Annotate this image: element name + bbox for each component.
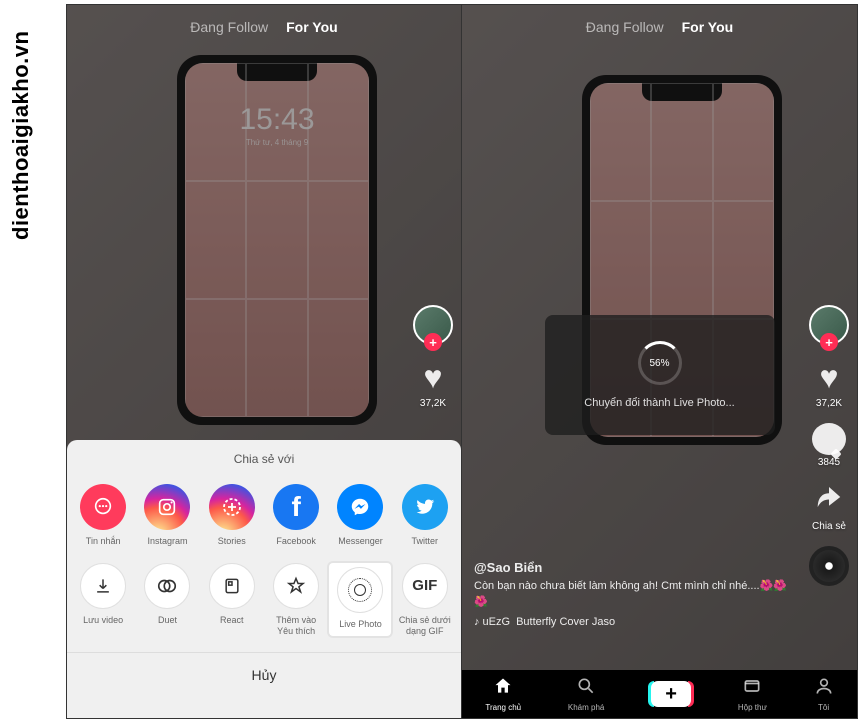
live-photo-icon <box>337 567 383 613</box>
progress-spinner-icon: 56% <box>638 341 682 385</box>
react-icon <box>209 563 255 609</box>
gif-icon: GIF <box>402 563 448 609</box>
lock-time: 15:43 <box>185 103 369 137</box>
search-icon <box>576 676 596 701</box>
share-instagram[interactable]: Instagram <box>136 484 198 547</box>
nav-label: Trang chủ <box>485 703 521 712</box>
twitter-icon <box>402 484 448 530</box>
action-save-video[interactable]: Lưu video <box>72 563 134 637</box>
side-action-bar: + ♥ 37,2K 3845 Chia sẻ <box>809 305 849 586</box>
action-label: Lưu video <box>83 615 123 626</box>
caption-music[interactable]: ♪ uEzG Butterfly Cover Jaso <box>474 616 787 628</box>
lock-date: Thứ tư, 4 tháng 9 <box>185 138 369 147</box>
tab-foryou[interactable]: For You <box>286 19 338 35</box>
share-label: Messenger <box>338 536 383 547</box>
action-gif[interactable]: GIF Chia sẻ dưới dạng GIF <box>394 563 456 637</box>
nav-label: Khám phá <box>568 703 604 712</box>
share-facebook[interactable]: f Facebook <box>265 484 327 547</box>
share-label: Twitter <box>412 536 439 547</box>
duet-icon <box>144 563 190 609</box>
messages-icon <box>80 484 126 530</box>
feed-tabs: Đang Follow For You <box>462 19 857 35</box>
share-label: Chia sẻ <box>812 521 846 532</box>
nav-me[interactable]: Tôi <box>814 676 834 712</box>
follow-plus-icon[interactable]: + <box>820 333 838 351</box>
music-title: Butterfly Cover Jaso <box>516 616 615 628</box>
share-actions-row: Lưu video Duet React <box>67 555 461 645</box>
nav-discover[interactable]: Khám phá <box>568 676 604 712</box>
action-label: Live Photo <box>339 619 382 630</box>
share-twitter[interactable]: Twitter <box>394 484 456 547</box>
feed-tabs: Đang Follow For You <box>67 19 461 35</box>
tab-foryou[interactable]: For You <box>682 19 734 35</box>
like-heart-icon[interactable]: ♥ <box>423 359 442 396</box>
music-note-icon: ♪ uEzG <box>474 616 510 628</box>
action-duet[interactable]: Duet <box>136 563 198 637</box>
share-messages[interactable]: Tin nhắn <box>72 484 134 547</box>
share-apps-row: Tin nhắn Instagram Stories f Faceboo <box>67 476 461 555</box>
share-label: Stories <box>218 536 246 547</box>
share-label: Tin nhắn <box>86 536 121 547</box>
action-label: Thêm vào Yêu thích <box>276 615 316 637</box>
nav-create[interactable]: + <box>651 681 691 707</box>
instagram-icon <box>144 484 190 530</box>
action-react[interactable]: React <box>201 563 263 637</box>
messenger-icon <box>337 484 383 530</box>
screen-share-sheet: 15:43 Thứ tư, 4 tháng 9 Đang Follow For … <box>67 5 462 718</box>
action-favorite[interactable]: Thêm vào Yêu thích <box>265 563 327 637</box>
comment-icon[interactable] <box>812 423 846 455</box>
share-label: Instagram <box>147 536 187 547</box>
person-icon <box>814 676 834 701</box>
action-label: React <box>220 615 244 626</box>
watermark: dienthoaigiakho.vn <box>8 31 34 240</box>
like-count: 37,2K <box>420 398 446 409</box>
caption-area: @Sao Biển Còn bạn nào chưa biết làm khôn… <box>474 560 787 628</box>
action-label: Chia sẻ dưới dạng GIF <box>399 615 451 637</box>
nav-label: Hộp thư <box>738 703 767 712</box>
caption-text: Còn bạn nào chưa biết làm không ah! Cmt … <box>474 579 787 610</box>
download-icon <box>80 563 126 609</box>
stories-icon <box>209 484 255 530</box>
tab-following[interactable]: Đang Follow <box>586 19 664 35</box>
author-avatar[interactable]: + <box>413 305 453 345</box>
phone-mock: 15:43 Thứ tư, 4 tháng 9 <box>177 55 377 425</box>
music-disc-icon[interactable] <box>809 546 849 586</box>
share-sheet: Chia sẻ với Tin nhắn Instagram <box>67 440 461 718</box>
share-stories[interactable]: Stories <box>201 484 263 547</box>
share-label: Facebook <box>276 536 316 547</box>
inbox-icon <box>742 676 762 701</box>
progress-text: Chuyển đổi thành Live Photo... <box>584 397 734 409</box>
follow-plus-icon[interactable]: + <box>424 333 442 351</box>
action-live-photo[interactable]: Live Photo <box>329 563 391 637</box>
nav-label: Tôi <box>818 703 829 712</box>
cancel-button[interactable]: Hủy <box>67 652 461 697</box>
bottom-nav: Trang chủ Khám phá + Hộp thư Tôi <box>462 670 857 718</box>
tab-following[interactable]: Đang Follow <box>190 19 268 35</box>
side-action-bar: + ♥ 37,2K <box>413 305 453 409</box>
nav-home[interactable]: Trang chủ <box>485 676 521 712</box>
facebook-icon: f <box>273 484 319 530</box>
star-icon <box>273 563 319 609</box>
nav-inbox[interactable]: Hộp thư <box>738 676 767 712</box>
share-messenger[interactable]: Messenger <box>329 484 391 547</box>
progress-dialog: 56% Chuyển đổi thành Live Photo... <box>545 315 775 435</box>
share-sheet-title: Chia sẻ với <box>67 440 461 476</box>
screenshot-frame: 15:43 Thứ tư, 4 tháng 9 Đang Follow For … <box>66 4 858 719</box>
action-label: Duet <box>158 615 177 626</box>
progress-percent: 56% <box>641 344 679 382</box>
like-heart-icon[interactable]: ♥ <box>819 359 838 396</box>
caption-username[interactable]: @Sao Biển <box>474 560 787 575</box>
share-icon[interactable] <box>814 482 844 519</box>
home-icon <box>493 676 513 701</box>
author-avatar[interactable]: + <box>809 305 849 345</box>
like-count: 37,2K <box>816 398 842 409</box>
screen-progress: Đang Follow For You + ♥ 37,2K 3845 Chia … <box>462 5 857 718</box>
